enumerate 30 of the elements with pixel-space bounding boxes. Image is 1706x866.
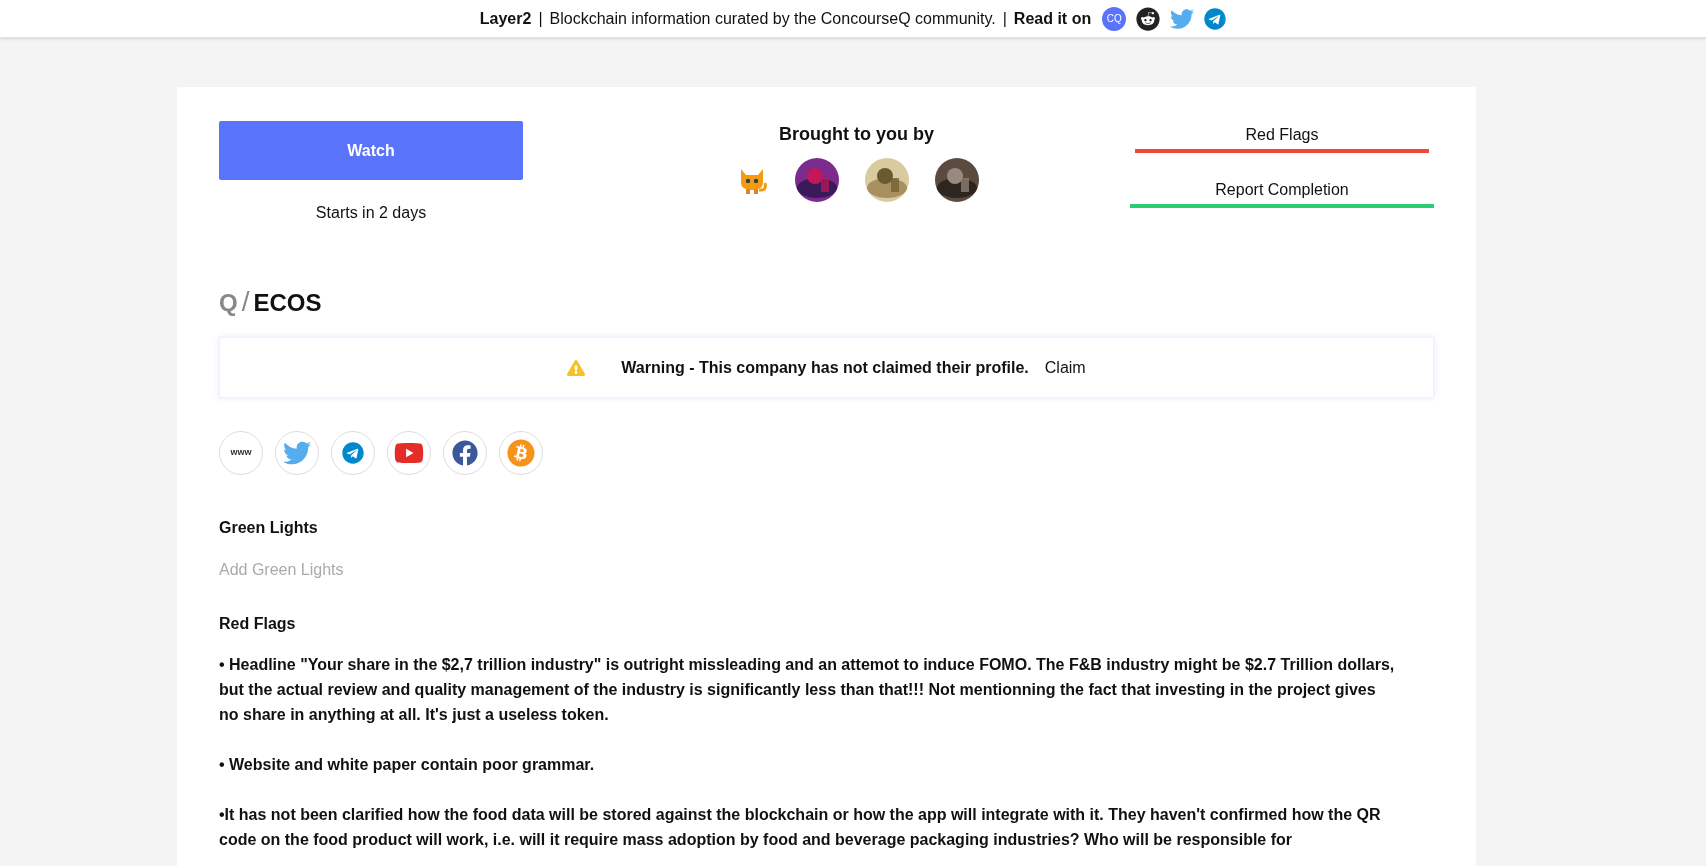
page-title: ECOS [253,288,322,318]
facebook-icon[interactable] [452,440,478,466]
brand-name: Layer2 [479,8,532,29]
bitcoin-icon[interactable] [507,439,535,467]
telegram-icon[interactable] [342,442,364,464]
concern-paragraph: •It has not been clarified how the food data will be stored against the blockchain or how the app will integrate with it. They haven't confirmed how the QR code on the food product will work, i.e. will it require mass adoption by food and beverage packaging industries? Who will be responsible for [219,805,1382,850]
title-slash: / [241,285,250,319]
concern-paragraph: • Headline "Your share in the $2,7 trillion industry" is outright missleading and an attemot to induce FOMO. The F&B industry might be $2.7 Trillion dollars, but the actual review and quality management of the industry is significantly less than that!!! Not mentionning the fact that investing in the project gives no share in anything at all. It's just a useless token. [219,655,1396,725]
sponsors-title: Brought to you by [779,123,934,146]
claim-link[interactable]: Claim [1044,355,1086,380]
read-label: Read it on [1013,8,1092,29]
tagline: Blockchain information curated by the ConcourseQ community. [549,8,996,29]
warning-icon [567,358,586,377]
watch-button[interactable]: Watch [219,121,523,180]
report-link[interactable]: Red Flags [1135,123,1429,153]
report-link[interactable]: Report Completion [1130,178,1434,208]
start-time: Starts in 2 days [315,203,427,223]
reddit-icon[interactable] [1136,6,1161,31]
twitter-icon[interactable] [283,439,311,467]
website-link[interactable]: www [219,431,263,475]
cq-logo[interactable]: CQ [1102,6,1127,31]
section-heading: Red Flags [219,614,297,634]
title-prefix: Q [219,288,238,318]
concern-paragraph: • Website and white paper contain poor grammar. [219,755,596,775]
separator: | [1002,8,1007,29]
section-heading: Green Lights [219,518,319,538]
separator: | [538,8,543,29]
twitter-icon[interactable] [1170,6,1195,31]
telegram-icon[interactable] [1204,7,1227,30]
warning-text: Warning - This company has not claimed their profile. [621,357,1029,378]
